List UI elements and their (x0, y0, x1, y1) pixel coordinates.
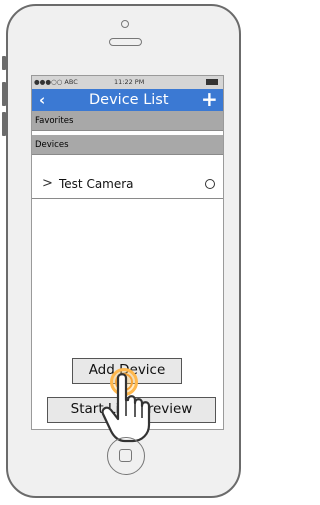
front-camera-icon (121, 20, 129, 28)
device-name: Test Camera (59, 177, 134, 191)
speaker-icon (109, 38, 142, 46)
mute-switch (2, 56, 6, 70)
radio-button[interactable] (205, 179, 215, 189)
home-button-icon (119, 449, 132, 462)
section-header-favorites: Favorites (32, 111, 223, 131)
volume-down-button (2, 112, 6, 136)
page-title: Device List (89, 92, 169, 108)
device-row[interactable]: > Test Camera (32, 171, 223, 199)
status-time: 11:22 PM (114, 78, 145, 86)
status-bar: ●●●○○ ABC 11:22 PM (32, 76, 223, 89)
add-icon[interactable]: + (201, 89, 218, 111)
home-button[interactable] (107, 437, 145, 475)
volume-up-button (2, 82, 6, 106)
section-header-devices: Devices (32, 135, 223, 155)
back-icon[interactable]: ‹ (39, 89, 45, 111)
navigation-bar: ‹ Device List + (32, 89, 223, 111)
battery-icon (206, 79, 218, 85)
hand-pointer-icon (101, 373, 151, 443)
carrier-signal: ●●●○○ ABC (34, 78, 78, 86)
chevron-right-icon: > (42, 176, 53, 191)
